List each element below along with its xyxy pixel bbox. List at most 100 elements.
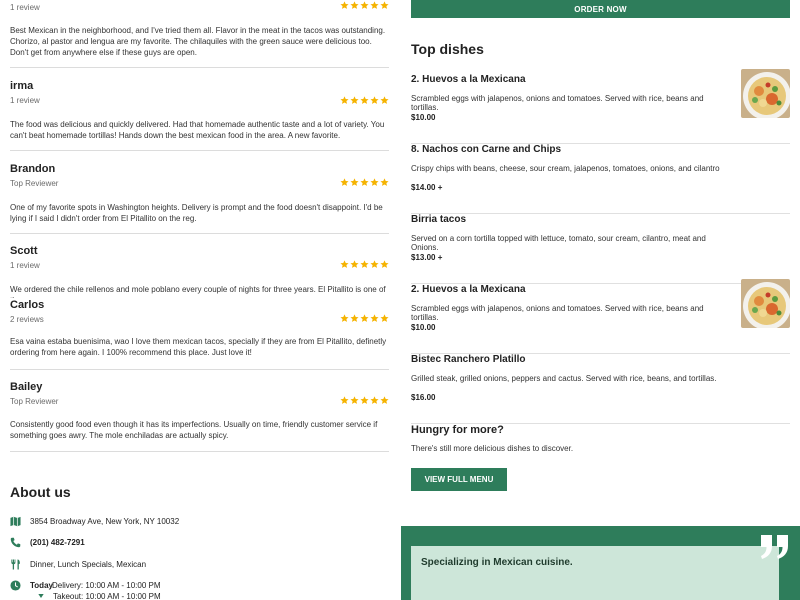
rating-stars [340, 96, 389, 105]
view-full-menu-button[interactable]: VIEW FULL MENU [411, 468, 507, 491]
dish-description: Grilled steak, grilled onions, peppers a… [411, 374, 717, 383]
star-icon [370, 1, 379, 9]
delivery-hours: Delivery: 10:00 AM - 10:00 PM [52, 581, 161, 590]
review-card: Scott 1 review We ordered the chile rell… [10, 234, 389, 298]
star-icon [380, 178, 389, 186]
star-icon [370, 178, 379, 186]
review-meta: Top Reviewer [10, 397, 59, 406]
star-icon [350, 96, 359, 104]
rating-stars [340, 1, 389, 10]
dish-item[interactable]: 2. Huevos a la Mexicana Scrambled eggs w… [411, 279, 790, 354]
dish-description: Served on a corn tortilla topped with le… [411, 234, 706, 252]
review-text: The food was delicious and quickly deliv… [10, 120, 385, 140]
star-icon [370, 96, 379, 104]
review-meta: 2 reviews [10, 315, 44, 324]
star-icon [360, 260, 369, 268]
review-text: One of my favorite spots in Washington h… [10, 203, 383, 223]
hours-today-label: Today [30, 581, 53, 590]
dish-description: Scrambled eggs with jalapenos, onions an… [411, 94, 704, 112]
dish-price: $10.00 [411, 323, 436, 332]
star-icon [380, 396, 389, 404]
rating-stars [340, 314, 389, 323]
star-icon [380, 1, 389, 9]
dish-price: $16.00 [411, 393, 436, 402]
rating-stars [340, 396, 389, 405]
review-card: 1 review Best Mexican in the neighborhoo… [10, 0, 389, 68]
specialty-card: Specializing in Mexican cuisine. [411, 546, 779, 600]
dish-name: 2. Huevos a la Mexicana [411, 74, 526, 85]
reviewer-name: irma [10, 80, 34, 92]
hungry-heading: Hungry for more? [411, 424, 504, 436]
reviewer-name: Carlos [10, 299, 45, 311]
dish-name: Bistec Ranchero Platillo [411, 354, 526, 365]
star-icon [360, 96, 369, 104]
dish-name: 8. Nachos con Carne and Chips [411, 144, 562, 155]
star-icon [360, 178, 369, 186]
dish-name: 2. Huevos a la Mexicana [411, 284, 526, 295]
chevron-down-icon[interactable] [38, 594, 44, 598]
top-dishes-heading: Top dishes [411, 41, 484, 57]
star-icon [380, 260, 389, 268]
review-text: Esa vaina estaba buenisima, wao I love t… [10, 337, 387, 357]
specialty-text: Specializing in Mexican cuisine. [421, 557, 573, 568]
reviewer-name: Brandon [10, 163, 56, 175]
reviews-column: 1 review Best Mexican in the neighborhoo… [10, 0, 390, 600]
review-meta: Top Reviewer [10, 179, 59, 188]
star-icon [340, 1, 349, 9]
dish-price: $10.00 [411, 113, 436, 122]
star-icon [350, 260, 359, 268]
dish-item[interactable]: Bistec Ranchero Platillo Grilled steak, … [411, 354, 790, 424]
star-icon [340, 178, 349, 186]
dish-price: $13.00 + [411, 253, 443, 262]
phone-row[interactable]: (201) 482-7291 [10, 537, 390, 551]
review-card: irma 1 review The food was delicious and… [10, 68, 389, 151]
dish-description: Crispy chips with beans, cheese, sour cr… [411, 164, 720, 173]
star-icon [370, 260, 379, 268]
dish-image [741, 69, 790, 118]
star-icon [370, 314, 379, 322]
hours-row: Today Delivery: 10:00 AM - 10:00 PM Take… [10, 580, 390, 600]
review-text: Consistently good food even though it ha… [10, 420, 378, 440]
dish-name: Birria tacos [411, 214, 467, 225]
star-icon [360, 1, 369, 9]
star-icon [350, 1, 359, 9]
services-row: Dinner, Lunch Specials, Mexican [10, 559, 390, 573]
review-meta: 1 review [10, 96, 40, 105]
reviewer-name: Scott [10, 245, 38, 257]
about-us-heading: About us [10, 484, 71, 500]
specialty-panel: Specializing in Mexican cuisine. [401, 526, 800, 600]
address-row: 3854 Broadway Ave, New York, NY 10032 [10, 516, 390, 530]
phone-icon [10, 537, 21, 548]
star-icon [370, 396, 379, 404]
dish-item[interactable]: 2. Huevos a la Mexicana Scrambled eggs w… [411, 69, 790, 144]
review-card: Carlos 2 reviews Esa vaina estaba buenis… [10, 298, 389, 370]
star-icon [360, 314, 369, 322]
review-meta: 1 review [10, 261, 40, 270]
review-text: We ordered the chile rellenos and mole p… [10, 285, 386, 298]
review-text: Best Mexican in the neighborhood, and I'… [10, 26, 386, 57]
review-card: Bailey Top Reviewer Consistently good fo… [10, 370, 389, 452]
star-icon [360, 396, 369, 404]
dishes-column: ORDER NOW Top dishes 2. Huevos a la Mexi… [411, 0, 790, 600]
star-icon [340, 396, 349, 404]
review-card: Brandon Top Reviewer One of my favorite … [10, 151, 389, 234]
order-now-button[interactable]: ORDER NOW [411, 0, 790, 18]
dish-item[interactable]: Birria tacos Served on a corn tortilla t… [411, 214, 790, 284]
star-icon [340, 314, 349, 322]
address-text: 3854 Broadway Ave, New York, NY 10032 [30, 517, 180, 526]
star-icon [340, 96, 349, 104]
utensils-icon [11, 559, 20, 570]
star-icon [380, 314, 389, 322]
dish-price: $14.00 + [411, 183, 443, 192]
rating-stars [340, 260, 389, 269]
star-icon [380, 96, 389, 104]
dish-item[interactable]: 8. Nachos con Carne and Chips Crispy chi… [411, 144, 790, 214]
phone-link[interactable]: (201) 482-7291 [30, 538, 85, 547]
star-icon [350, 178, 359, 186]
dish-description: Scrambled eggs with jalapenos, onions an… [411, 304, 704, 322]
services-text: Dinner, Lunch Specials, Mexican [30, 560, 147, 569]
rating-stars [340, 178, 389, 187]
dish-image [741, 279, 790, 328]
quote-icon [761, 535, 788, 559]
review-meta: 1 review [10, 3, 40, 12]
